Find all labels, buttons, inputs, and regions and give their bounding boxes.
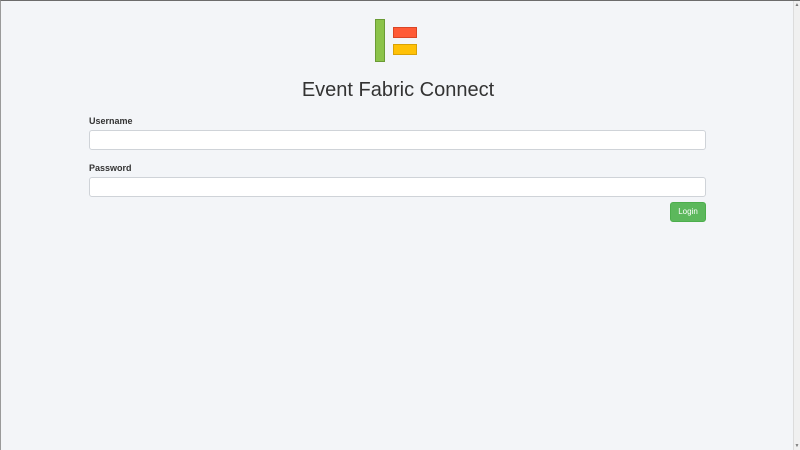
event-fabric-logo-icon <box>375 19 419 65</box>
password-label: Password <box>89 163 132 173</box>
username-input[interactable] <box>89 130 706 150</box>
logo-green-bar <box>375 19 385 62</box>
page-title: Event Fabric Connect <box>301 79 495 101</box>
username-label: Username <box>89 116 133 126</box>
login-form: Username Password Login <box>89 115 706 222</box>
logo-yellow-bar <box>393 44 417 55</box>
password-group: Password <box>89 162 706 197</box>
logo-red-bar <box>393 27 417 38</box>
login-button[interactable]: Login <box>670 202 706 222</box>
scroll-up-arrow-icon[interactable]: ▲ <box>794 1 800 9</box>
password-input[interactable] <box>89 177 706 197</box>
username-group: Username <box>89 115 706 150</box>
vertical-scrollbar[interactable]: ▲ ▼ <box>793 1 800 450</box>
scroll-down-arrow-icon[interactable]: ▼ <box>794 442 800 450</box>
